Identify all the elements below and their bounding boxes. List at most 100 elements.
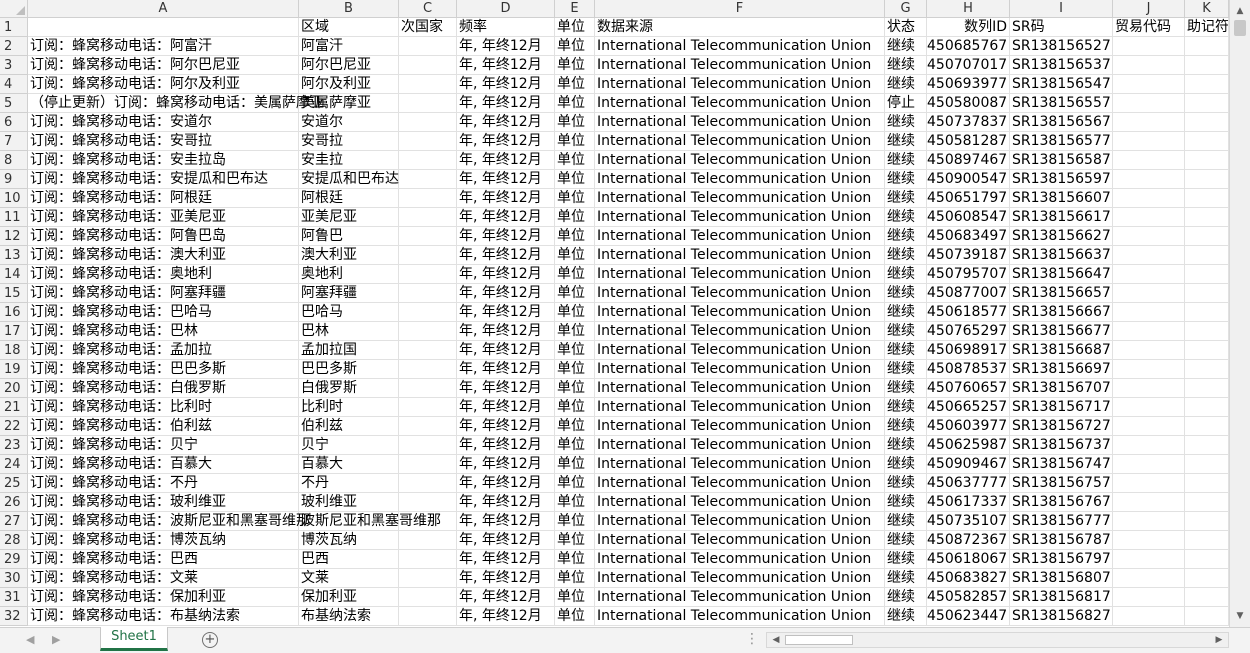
cell-j[interactable] [1113, 227, 1185, 246]
cell-e[interactable]: 单位 [555, 94, 595, 113]
row-header[interactable]: 14 [0, 265, 28, 284]
cell-a[interactable]: 订阅：蜂窝移动电话：阿塞拜疆 [28, 284, 299, 303]
add-sheet-icon[interactable]: + [202, 632, 218, 648]
cell-k[interactable] [1185, 569, 1229, 588]
cell-e[interactable]: 单位 [555, 246, 595, 265]
cell-b[interactable]: 巴西 [299, 550, 399, 569]
cell-d[interactable]: 年, 年终12月 [457, 132, 555, 151]
cell-e[interactable]: 单位 [555, 18, 595, 37]
cell-d[interactable]: 年, 年终12月 [457, 113, 555, 132]
cell-c[interactable] [399, 341, 457, 360]
cell-g[interactable]: 继续 [885, 360, 927, 379]
row-header[interactable]: 30 [0, 569, 28, 588]
select-all-corner[interactable] [0, 0, 28, 18]
cell-a[interactable]: 订阅：蜂窝移动电话：波斯尼亚和黑塞哥维那 [28, 512, 310, 531]
cell-f[interactable]: International Telecommunication Union [595, 132, 885, 151]
cell-k[interactable] [1185, 588, 1229, 607]
column-header-h[interactable]: H [927, 0, 1010, 18]
cell-c[interactable] [399, 37, 457, 56]
cell-j[interactable] [1113, 303, 1185, 322]
cell-f[interactable]: International Telecommunication Union [595, 436, 885, 455]
cell-g[interactable]: 继续 [885, 246, 927, 265]
cell-g[interactable]: 继续 [885, 588, 927, 607]
cell-e[interactable]: 单位 [555, 398, 595, 417]
cell-a[interactable]: 订阅：蜂窝移动电话：比利时 [28, 398, 299, 417]
cell-f[interactable]: International Telecommunication Union [595, 569, 885, 588]
cell-i[interactable]: SR138156587 [1010, 151, 1113, 170]
cell-j[interactable] [1113, 417, 1185, 436]
cell-d[interactable]: 年, 年终12月 [457, 436, 555, 455]
cell-b[interactable]: 安提瓜和巴布达 [299, 170, 399, 189]
cell-c[interactable] [399, 569, 457, 588]
cell-g[interactable]: 继续 [885, 379, 927, 398]
cell-i[interactable]: SR138156807 [1010, 569, 1113, 588]
vertical-scrollbar[interactable]: ▲ ▼ [1229, 0, 1250, 627]
cell-g[interactable]: 继续 [885, 303, 927, 322]
cell-a[interactable]: 订阅：蜂窝移动电话：博茨瓦纳 [28, 531, 299, 550]
vertical-scroll-thumb[interactable] [1234, 20, 1246, 36]
cell-c[interactable] [399, 493, 457, 512]
cell-e[interactable]: 单位 [555, 132, 595, 151]
cell-j[interactable] [1113, 94, 1185, 113]
cell-e[interactable]: 单位 [555, 151, 595, 170]
cell-b[interactable]: 比利时 [299, 398, 399, 417]
cell-a[interactable]: 订阅：蜂窝移动电话：安圭拉岛 [28, 151, 299, 170]
cell-a[interactable]: 订阅：蜂窝移动电话：伯利兹 [28, 417, 299, 436]
cell-d[interactable]: 年, 年终12月 [457, 417, 555, 436]
cell-g[interactable]: 继续 [885, 208, 927, 227]
cell-d[interactable]: 频率 [457, 18, 555, 37]
cell-f[interactable]: International Telecommunication Union [595, 227, 885, 246]
cell-e[interactable]: 单位 [555, 550, 595, 569]
cell-a[interactable]: 订阅：蜂窝移动电话：巴巴多斯 [28, 360, 299, 379]
cell-e[interactable]: 单位 [555, 113, 595, 132]
cell-c[interactable] [399, 246, 457, 265]
cell-c[interactable] [399, 436, 457, 455]
cell-e[interactable]: 单位 [555, 265, 595, 284]
cell-j[interactable] [1113, 208, 1185, 227]
cell-h[interactable]: 450683827 [927, 569, 1010, 588]
column-header-f[interactable]: F [595, 0, 885, 18]
row-header[interactable]: 23 [0, 436, 28, 455]
cell-k[interactable] [1185, 398, 1229, 417]
cell-i[interactable]: SR138156767 [1010, 493, 1113, 512]
cell-a[interactable]: 订阅：蜂窝移动电话：亚美尼亚 [28, 208, 299, 227]
cell-j[interactable] [1113, 189, 1185, 208]
cell-h[interactable]: 450765297 [927, 322, 1010, 341]
cell-c[interactable] [399, 474, 457, 493]
cell-k[interactable] [1185, 265, 1229, 284]
cell-h[interactable]: 450872367 [927, 531, 1010, 550]
cell-k[interactable] [1185, 284, 1229, 303]
cell-b[interactable]: 区域 [299, 18, 399, 37]
cell-i[interactable]: SR138156697 [1010, 360, 1113, 379]
cell-c[interactable] [399, 607, 457, 626]
column-header-e[interactable]: E [555, 0, 595, 18]
cell-k[interactable] [1185, 75, 1229, 94]
cell-h[interactable]: 450617337 [927, 493, 1010, 512]
cell-i[interactable]: SR138156567 [1010, 113, 1113, 132]
cell-j[interactable] [1113, 113, 1185, 132]
cell-k[interactable] [1185, 94, 1229, 113]
cell-i[interactable]: SR138156527 [1010, 37, 1113, 56]
cell-g[interactable]: 继续 [885, 189, 927, 208]
row-header[interactable]: 24 [0, 455, 28, 474]
cell-e[interactable]: 单位 [555, 607, 595, 626]
cell-a[interactable]: （停止更新）订阅：蜂窝移动电话：美属萨摩亚 [28, 94, 324, 113]
cell-k[interactable] [1185, 379, 1229, 398]
cell-a[interactable]: 订阅：蜂窝移动电话：不丹 [28, 474, 299, 493]
cell-j[interactable] [1113, 170, 1185, 189]
cell-b[interactable]: 白俄罗斯 [299, 379, 399, 398]
cell-e[interactable]: 单位 [555, 360, 595, 379]
row-header[interactable]: 5 [0, 94, 28, 113]
cell-j[interactable] [1113, 75, 1185, 94]
cell-f[interactable]: International Telecommunication Union [595, 37, 885, 56]
cell-g[interactable]: 继续 [885, 227, 927, 246]
cell-j[interactable] [1113, 569, 1185, 588]
cell-h[interactable]: 450897467 [927, 151, 1010, 170]
cell-c[interactable] [399, 417, 457, 436]
sheet-tab-sheet1[interactable]: Sheet1 [100, 627, 168, 651]
cell-a[interactable]: 订阅：蜂窝移动电话：玻利维亚 [28, 493, 299, 512]
cell-g[interactable]: 继续 [885, 493, 927, 512]
cell-d[interactable]: 年, 年终12月 [457, 569, 555, 588]
cell-d[interactable]: 年, 年终12月 [457, 284, 555, 303]
cell-e[interactable]: 单位 [555, 227, 595, 246]
